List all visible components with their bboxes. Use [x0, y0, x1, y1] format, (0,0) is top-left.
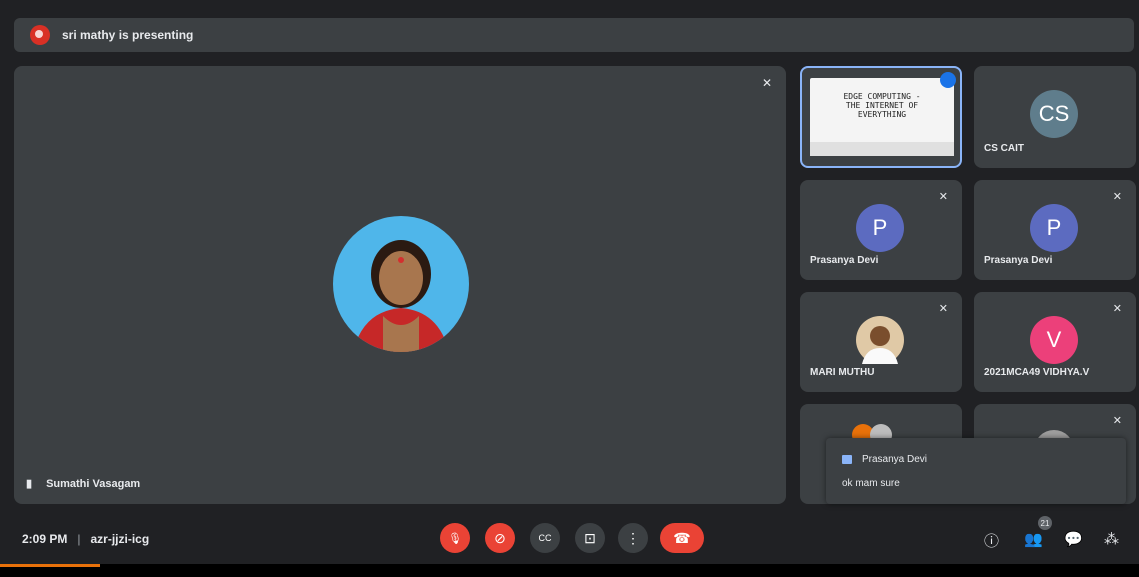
chat-sender-name: Prasanya Devi — [862, 454, 928, 465]
avatar — [856, 316, 904, 364]
participant-tile-mari-muthu[interactable]: ✕ MARI MUTHU — [800, 292, 962, 392]
pin-icon[interactable]: ▮ — [26, 477, 32, 490]
meet-window: sri mathy is presenting ✕ ▮ Sumathi Vasa… — [0, 0, 1139, 577]
speaking-indicator-icon — [940, 72, 956, 88]
captions-icon: CC — [538, 533, 552, 543]
participant-name: CS CAIT — [984, 143, 1024, 154]
meeting-details-icon[interactable]: ⓘ — [984, 530, 999, 551]
bottom-toolbar: 2:09 PM | azr-jjzi-icg 🎙 ⊘ CC ⊡ ⋮ ☎ ⓘ 👥 … — [0, 512, 1139, 564]
chat-message-icon — [842, 455, 852, 464]
camera-toggle-button[interactable]: ⊘ — [485, 523, 515, 553]
speaker-avatar — [333, 216, 469, 352]
speaker-name-label: ▮ Sumathi Vasagam — [26, 477, 141, 491]
mic-off-icon: ✕ — [761, 76, 772, 90]
person-photo-icon — [353, 240, 449, 352]
avatar-initials: P — [872, 215, 888, 240]
avatar-initials: CS — [1038, 101, 1070, 126]
more-options-button[interactable]: ⋮ — [618, 523, 648, 553]
slide-footer — [810, 142, 954, 156]
avatar: CS — [1030, 90, 1078, 138]
mic-off-icon: ✕ — [1112, 415, 1122, 427]
mic-toggle-button[interactable]: 🎙 — [440, 523, 470, 553]
mic-off-icon: ✕ — [938, 303, 948, 315]
meeting-separator: | — [77, 532, 81, 546]
main-speaker-tile[interactable]: ✕ ▮ Sumathi Vasagam — [14, 66, 786, 504]
presenter-avatar-icon — [30, 25, 50, 45]
more-vert-icon: ⋮ — [626, 529, 640, 546]
mic-off-icon: ✕ — [1112, 303, 1122, 315]
speaker-name: Sumathi Vasagam — [46, 477, 141, 490]
captions-button[interactable]: CC — [530, 523, 560, 553]
present-button[interactable]: ⊡ — [575, 523, 605, 553]
chat-icon[interactable]: 💬 — [1064, 530, 1083, 548]
presenting-banner: sri mathy is presenting — [14, 18, 1134, 52]
participant-name: 2021MCA49 VIDHYA.V — [984, 367, 1090, 378]
people-count-badge: 21 — [1038, 516, 1052, 530]
present-screen-icon: ⊡ — [584, 529, 596, 546]
avatar-initials: V — [1046, 327, 1062, 352]
participant-name: Prasanya Devi — [810, 255, 879, 266]
person-photo-icon — [862, 326, 898, 364]
slide-title-1: EDGE COMPUTING - — [843, 92, 921, 101]
hang-up-icon: ☎ — [673, 529, 691, 546]
people-icon[interactable]: 👥 — [1024, 530, 1043, 548]
avatar: P — [856, 204, 904, 252]
mic-off-icon: ✕ — [1112, 191, 1122, 203]
chat-message-text: ok mam sure — [842, 478, 900, 489]
slide-title-3: EVERYTHING — [857, 110, 907, 119]
avatar: P — [1030, 204, 1078, 252]
avatar-initials: P — [1046, 215, 1062, 240]
participant-tile-vidhya[interactable]: ✕ V 2021MCA49 VIDHYA.V — [974, 292, 1136, 392]
presenting-text: sri mathy is presenting — [62, 28, 194, 42]
mic-off-icon: ✕ — [938, 191, 948, 203]
accent-line — [0, 564, 100, 567]
participant-tile-cs[interactable]: CS CS CAIT — [974, 66, 1136, 168]
slide-preview: EDGE COMPUTING - THE INTERNET OF EVERYTH… — [810, 78, 954, 156]
participant-name: MARI MUTHU — [810, 367, 875, 378]
meeting-time: 2:09 PM — [22, 532, 68, 546]
participant-name: Prasanya Devi — [984, 255, 1053, 266]
camera-off-icon: ⊘ — [494, 529, 506, 546]
bottom-edge — [0, 564, 1139, 577]
mic-off-icon: 🎙 — [448, 532, 462, 545]
chat-notification[interactable]: Prasanya Devi ok mam sure — [826, 438, 1126, 504]
avatar: V — [1030, 316, 1078, 364]
activities-icon[interactable]: ⁂ — [1104, 530, 1119, 548]
meeting-info: 2:09 PM | azr-jjzi-icg — [22, 532, 149, 546]
presentation-tile[interactable]: EDGE COMPUTING - THE INTERNET OF EVERYTH… — [800, 66, 962, 168]
participant-tile-prasanya-2[interactable]: ✕ P Prasanya Devi — [974, 180, 1136, 280]
leave-call-button[interactable]: ☎ — [660, 523, 704, 553]
chat-sender: Prasanya Devi — [842, 454, 927, 465]
meeting-code: azr-jjzi-icg — [90, 532, 150, 546]
participant-tile-prasanya-1[interactable]: ✕ P Prasanya Devi — [800, 180, 962, 280]
slide-title-2: THE INTERNET OF — [845, 101, 919, 110]
